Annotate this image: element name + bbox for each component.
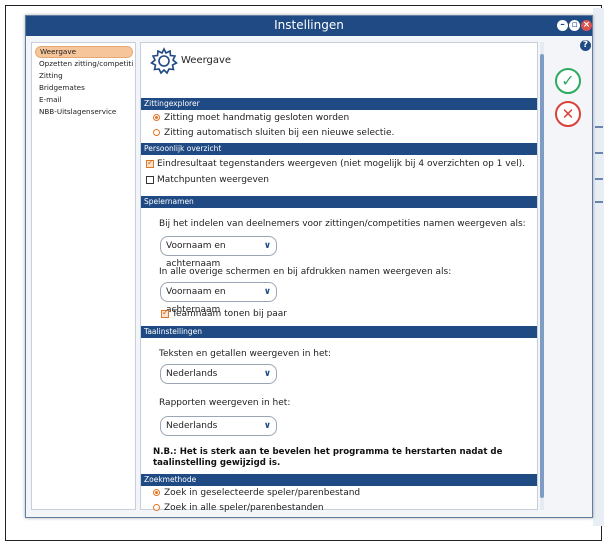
select-value: Nederlands: [166, 369, 218, 379]
section-header-taal: Taalinstellingen: [141, 326, 537, 338]
chevron-down-icon: ∨: [263, 241, 271, 251]
checkbox-label: Teamnaam tonen bij paar: [172, 309, 288, 319]
minimize-icon[interactable]: –: [557, 20, 568, 31]
radio-label: Zitting moet handmatig gesloten worden: [164, 113, 350, 123]
checkbox-matchpunten[interactable]: [146, 176, 154, 184]
taal-teksten-select[interactable]: Nederlands ∨: [160, 364, 277, 384]
sidebar-item-bridgemates[interactable]: Bridgemates: [35, 82, 133, 94]
background-mark: [595, 201, 603, 203]
section-header-spelernamen: Spelernamen: [141, 196, 537, 208]
spelernamen-overige-text: In alle overige schermen en bij afdrukke…: [159, 267, 452, 277]
page-title: Weergave: [181, 55, 232, 66]
question-icon[interactable]: ?: [580, 40, 591, 51]
close-icon[interactable]: ×: [581, 20, 592, 31]
gear-icon: [150, 47, 178, 75]
settings-window: Instellingen – ▫ × ? Weergave Opzetten z…: [25, 15, 593, 518]
chevron-down-icon: ∨: [263, 369, 271, 379]
radio-zoek-geselecteerd[interactable]: Zoek in geselecteerde speler/parenbestan…: [153, 487, 361, 499]
radio-button[interactable]: [153, 504, 160, 511]
radio-button[interactable]: [153, 489, 160, 496]
cancel-button[interactable]: ✕: [555, 101, 581, 127]
taal-rapporten-text: Rapporten weergeven in het:: [159, 398, 291, 408]
select-value: Voornaam en achternaam: [166, 241, 226, 269]
x-circle-icon: ✕: [561, 105, 575, 123]
background-mark: [595, 178, 603, 180]
radio-button[interactable]: [153, 114, 160, 121]
radio-label: Zoek in alle speler/parenbestanden: [164, 503, 324, 513]
taal-rapporten-select[interactable]: Nederlands ∨: [160, 416, 277, 436]
background-mark: [595, 152, 603, 154]
radio-button[interactable]: [153, 129, 160, 136]
spelernamen-indelen-text: Bij het indelen van deelnemers voor zitt…: [159, 219, 526, 229]
radio-label: Zitting automatisch sluiten bij een nieu…: [164, 128, 395, 138]
sidebar-item-nbb[interactable]: NBB-Uitslagenservice: [35, 106, 133, 118]
window-title: Instellingen: [274, 18, 344, 32]
radio-handmatig-sluiten[interactable]: Zitting moet handmatig gesloten worden: [153, 112, 350, 124]
settings-panel: Weergave Zittingexplorer Zitting moet ha…: [140, 42, 538, 513]
ok-button[interactable]: ✓: [555, 68, 581, 94]
section-header-zittingexplorer: Zittingexplorer: [141, 98, 537, 110]
radio-zoek-alle[interactable]: Zoek in alle speler/parenbestanden: [153, 502, 324, 514]
radio-automatisch-sluiten[interactable]: Zitting automatisch sluiten bij een nieu…: [153, 127, 395, 139]
check-circle-icon: ✓: [561, 71, 575, 90]
select-value: Nederlands: [166, 421, 218, 431]
scrollbar[interactable]: [540, 42, 544, 510]
sidebar-item-zitting[interactable]: Zitting: [35, 70, 133, 82]
checkbox-eindresultaat[interactable]: [146, 158, 154, 168]
sidebar-item-email[interactable]: E-mail: [35, 94, 133, 106]
maximize-icon[interactable]: ▫: [569, 20, 580, 31]
chevron-down-icon: ∨: [263, 421, 271, 431]
checkbox-label: Matchpunten weergeven: [157, 175, 270, 185]
background-mark: [595, 126, 603, 128]
naamweergave-indelen-select[interactable]: Voornaam en achternaam ∨: [160, 236, 277, 269]
sidebar-item-opzetten[interactable]: Opzetten zitting/competitie: [35, 58, 133, 70]
checkbox-teamnaam[interactable]: [161, 308, 169, 318]
sidebar-item-weergave[interactable]: Weergave: [35, 46, 133, 58]
radio-label: Zoek in geselecteerde speler/parenbestan…: [164, 488, 361, 498]
taal-herstart-note: N.B.: Het is sterk aan te bevelen het pr…: [153, 447, 503, 468]
settings-sidebar: Weergave Opzetten zitting/competitie Zit…: [31, 42, 136, 510]
scrollbar-thumb[interactable]: [540, 54, 544, 498]
section-header-persoonlijk: Persoonlijk overzicht: [141, 143, 537, 155]
title-bar[interactable]: Instellingen – ▫ ×: [26, 16, 592, 36]
chevron-down-icon: ∨: [263, 287, 271, 297]
checkbox-label: Eindresultaat tegenstanders weergeven (n…: [157, 159, 525, 169]
section-header-zoekmethode: Zoekmethode: [141, 474, 537, 486]
background-window-edge: [593, 8, 604, 526]
taal-teksten-text: Teksten en getallen weergeven in het:: [159, 349, 332, 359]
naamweergave-overige-select[interactable]: Voornaam en achternaam ∨: [160, 282, 277, 315]
